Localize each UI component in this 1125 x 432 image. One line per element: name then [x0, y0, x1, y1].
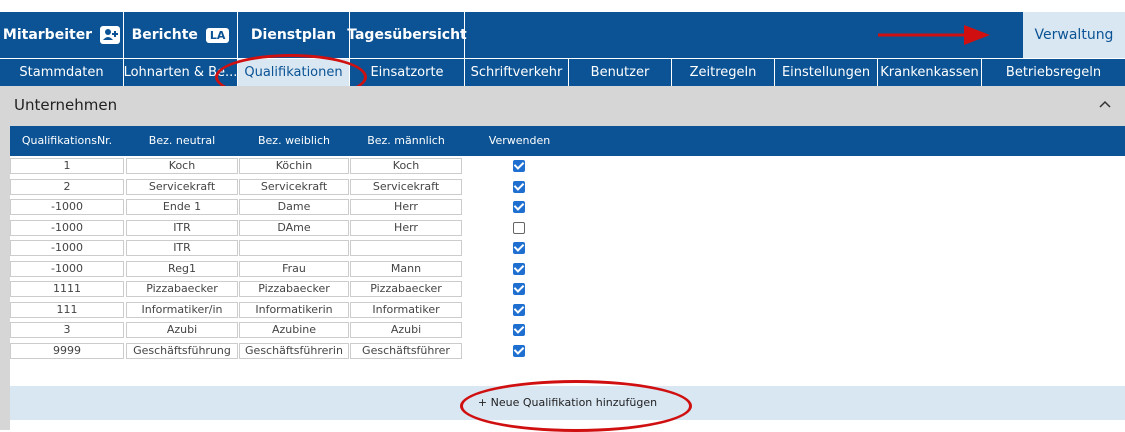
left-margin	[0, 86, 10, 430]
verwenden-checkbox[interactable]	[513, 303, 525, 316]
cell-weiblich[interactable]: DAme	[239, 219, 349, 236]
cell-neutral[interactable]: Servicekraft	[126, 178, 238, 195]
berichte-badge: LA	[205, 27, 230, 43]
cell-maennlich[interactable]: Azubi	[350, 322, 462, 338]
cell-weiblich[interactable]: Pizzabaecker	[239, 281, 349, 297]
nav-berichte-label: Berichte	[131, 27, 198, 43]
nav-mitarbeiter[interactable]: Mitarbeiter	[0, 12, 124, 58]
cell-neutral[interactable]: Geschäftsführung	[126, 342, 238, 359]
cell-nr[interactable]: 111	[10, 301, 124, 318]
header-nr: QualifikationsNr.	[21, 134, 113, 147]
tab-benutzer[interactable]: Benutzer	[569, 59, 672, 86]
table-row: 1 Koch Köchin Koch	[10, 156, 1125, 177]
section-header-unternehmen[interactable]: Unternehmen	[10, 86, 1125, 126]
cell-maennlich[interactable]	[350, 240, 462, 256]
cell-weiblich[interactable]: Informatikerin	[239, 301, 349, 318]
table-row: 111 Informatiker/in Informatikerin Informat…	[10, 300, 1125, 321]
nav-mitarbeiter-label: Mitarbeiter	[2, 27, 93, 43]
nav-dienstplan[interactable]: Dienstplan	[238, 12, 350, 58]
header-maennlich: Bez. männlich	[367, 134, 445, 147]
cell-maennlich[interactable]: Geschäftsführer	[350, 342, 462, 359]
cell-weiblich[interactable]: Azubine	[239, 322, 349, 338]
verwenden-checkbox[interactable]	[513, 283, 525, 295]
cell-nr[interactable]: 9999	[10, 342, 124, 359]
table-row: -1000 ITR	[10, 238, 1125, 259]
cell-nr[interactable]: -1000	[10, 260, 124, 277]
cell-maennlich[interactable]: Koch	[350, 158, 462, 174]
tab-einsatzorte[interactable]: Einsatzorte	[350, 59, 465, 86]
annotation-circle-add	[460, 380, 692, 432]
table-row: 1111 Pizzabaecker Pizzabaecker Pizzabaecker	[10, 279, 1125, 300]
cell-weiblich[interactable]: Geschäftsführerin	[239, 342, 349, 359]
cell-weiblich[interactable]: Köchin	[239, 158, 349, 174]
tab-einstellungen[interactable]: Einstellungen	[775, 59, 878, 86]
cell-nr[interactable]: -1000	[10, 240, 124, 256]
cell-neutral[interactable]: ITR	[126, 219, 238, 236]
table-header: QualifikationsNr. Bez. neutral Bez. weib…	[10, 126, 1125, 156]
top-strip	[0, 0, 1125, 12]
cell-maennlich[interactable]: Pizzabaecker	[350, 281, 462, 297]
cell-neutral[interactable]: Informatiker/in	[126, 301, 238, 318]
verwenden-checkbox[interactable]	[513, 262, 525, 275]
cell-weiblich[interactable]: Servicekraft	[239, 178, 349, 195]
tab-schriftverkehr[interactable]: Schriftverkehr	[465, 59, 569, 86]
section-title: Unternehmen	[14, 96, 118, 114]
nav-verwaltung[interactable]: Verwaltung	[1023, 12, 1125, 58]
cell-maennlich[interactable]: Servicekraft	[350, 178, 462, 195]
cell-nr[interactable]: 1111	[10, 281, 124, 297]
cell-nr[interactable]: 2	[10, 178, 124, 195]
cell-maennlich[interactable]: Herr	[350, 219, 462, 236]
cell-maennlich[interactable]: Herr	[350, 199, 462, 215]
cell-neutral[interactable]: Pizzabaecker	[126, 281, 238, 297]
cell-neutral[interactable]: Ende 1	[126, 199, 238, 215]
cell-neutral[interactable]: Azubi	[126, 322, 238, 338]
table-row: -1000 Reg1 Frau Mann	[10, 259, 1125, 280]
verwenden-checkbox[interactable]	[513, 160, 525, 172]
cell-neutral[interactable]: ITR	[126, 240, 238, 256]
cell-nr[interactable]: -1000	[10, 199, 124, 215]
cell-neutral[interactable]: Reg1	[126, 260, 238, 277]
table-row: -1000 ITR DAme Herr	[10, 218, 1125, 239]
cell-weiblich[interactable]: Dame	[239, 199, 349, 215]
cell-maennlich[interactable]: Informatiker	[350, 301, 462, 318]
verwenden-checkbox[interactable]	[513, 242, 525, 254]
tab-betriebsregeln[interactable]: Betriebsregeln	[982, 59, 1125, 86]
header-weiblich: Bez. weiblich	[257, 134, 330, 147]
nav-berichte[interactable]: Berichte LA	[124, 12, 238, 58]
verwenden-checkbox[interactable]	[513, 221, 525, 234]
add-user-icon	[100, 26, 121, 44]
verwenden-checkbox[interactable]	[513, 324, 525, 336]
nav-tagesuebersicht[interactable]: Tagesübersicht	[347, 12, 467, 58]
chevron-up-icon[interactable]	[1099, 96, 1111, 112]
qualification-table: 1 Koch Köchin Koch 2 Servicekraft Servicekraft…	[10, 156, 1125, 361]
annotation-arrow-icon	[878, 25, 990, 45]
cell-weiblich[interactable]	[239, 240, 349, 256]
verwenden-checkbox[interactable]	[513, 344, 525, 357]
cell-nr[interactable]: -1000	[10, 219, 124, 236]
tab-stammdaten[interactable]: Stammdaten	[0, 59, 124, 86]
verwenden-checkbox[interactable]	[513, 180, 525, 193]
header-neutral: Bez. neutral	[148, 134, 216, 147]
cell-nr[interactable]: 3	[10, 322, 124, 338]
table-row: 9999 Geschäftsführung Geschäftsführerin Ges…	[10, 341, 1125, 362]
verwenden-checkbox[interactable]	[513, 201, 525, 213]
tab-krankenkassen[interactable]: Krankenkassen	[878, 59, 982, 86]
table-row: 2 Servicekraft Servicekraft Servicekraft	[10, 177, 1125, 198]
cell-neutral[interactable]: Koch	[126, 158, 238, 174]
table-row: 3 Azubi Azubine Azubi	[10, 320, 1125, 341]
tab-zeitregeln[interactable]: Zeitregeln	[672, 59, 775, 86]
table-row: -1000 Ende 1 Dame Herr	[10, 197, 1125, 218]
cell-nr[interactable]: 1	[10, 158, 124, 174]
cell-maennlich[interactable]: Mann	[350, 260, 462, 277]
cell-weiblich[interactable]: Frau	[239, 260, 349, 277]
header-verwenden: Verwenden	[488, 134, 551, 147]
sub-navigation: Stammdaten Lohnarten & Be... Qualifikati…	[0, 58, 1125, 86]
